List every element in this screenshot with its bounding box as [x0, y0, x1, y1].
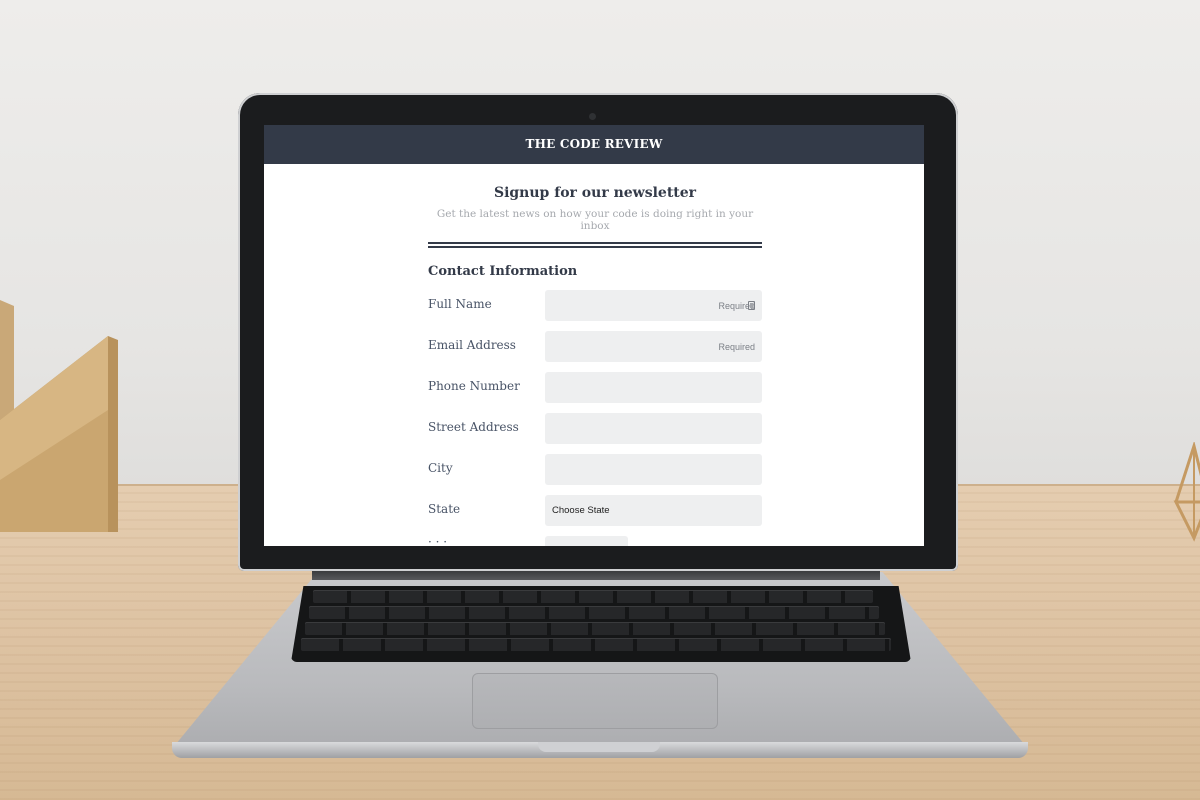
phone-input[interactable] [545, 372, 762, 403]
trackpad [472, 673, 718, 729]
phone-label: Phone Number [428, 379, 520, 393]
keyboard [291, 586, 911, 662]
state-label: State [428, 502, 461, 516]
full-name-input[interactable] [545, 290, 762, 321]
city-input[interactable] [545, 454, 762, 485]
zip-label-partial: · · · [428, 538, 448, 546]
gold-desk-organizer [0, 300, 118, 532]
webcam [589, 113, 596, 120]
laptop-screen: THE CODE REVIEW Signup for our newslette… [264, 125, 924, 546]
contact-card-icon[interactable] [748, 301, 755, 310]
street-input[interactable] [545, 413, 762, 444]
double-divider [428, 242, 762, 248]
geometric-decoration [1173, 442, 1200, 542]
email-label: Email Address [428, 338, 516, 352]
laptop-notch [538, 742, 660, 752]
city-label: City [428, 461, 453, 475]
newsletter-subheading: Get the latest news on how your code is … [436, 208, 754, 232]
newsletter-heading: Signup for our newsletter [493, 185, 697, 201]
email-input[interactable] [545, 331, 762, 362]
section-title-contact: Contact Information [428, 264, 578, 279]
state-select[interactable]: Choose State [545, 495, 762, 526]
site-header: THE CODE REVIEW [264, 125, 924, 164]
full-name-label: Full Name [428, 297, 492, 311]
street-label: Street Address [428, 420, 519, 434]
zip-input-partial[interactable] [545, 536, 628, 546]
